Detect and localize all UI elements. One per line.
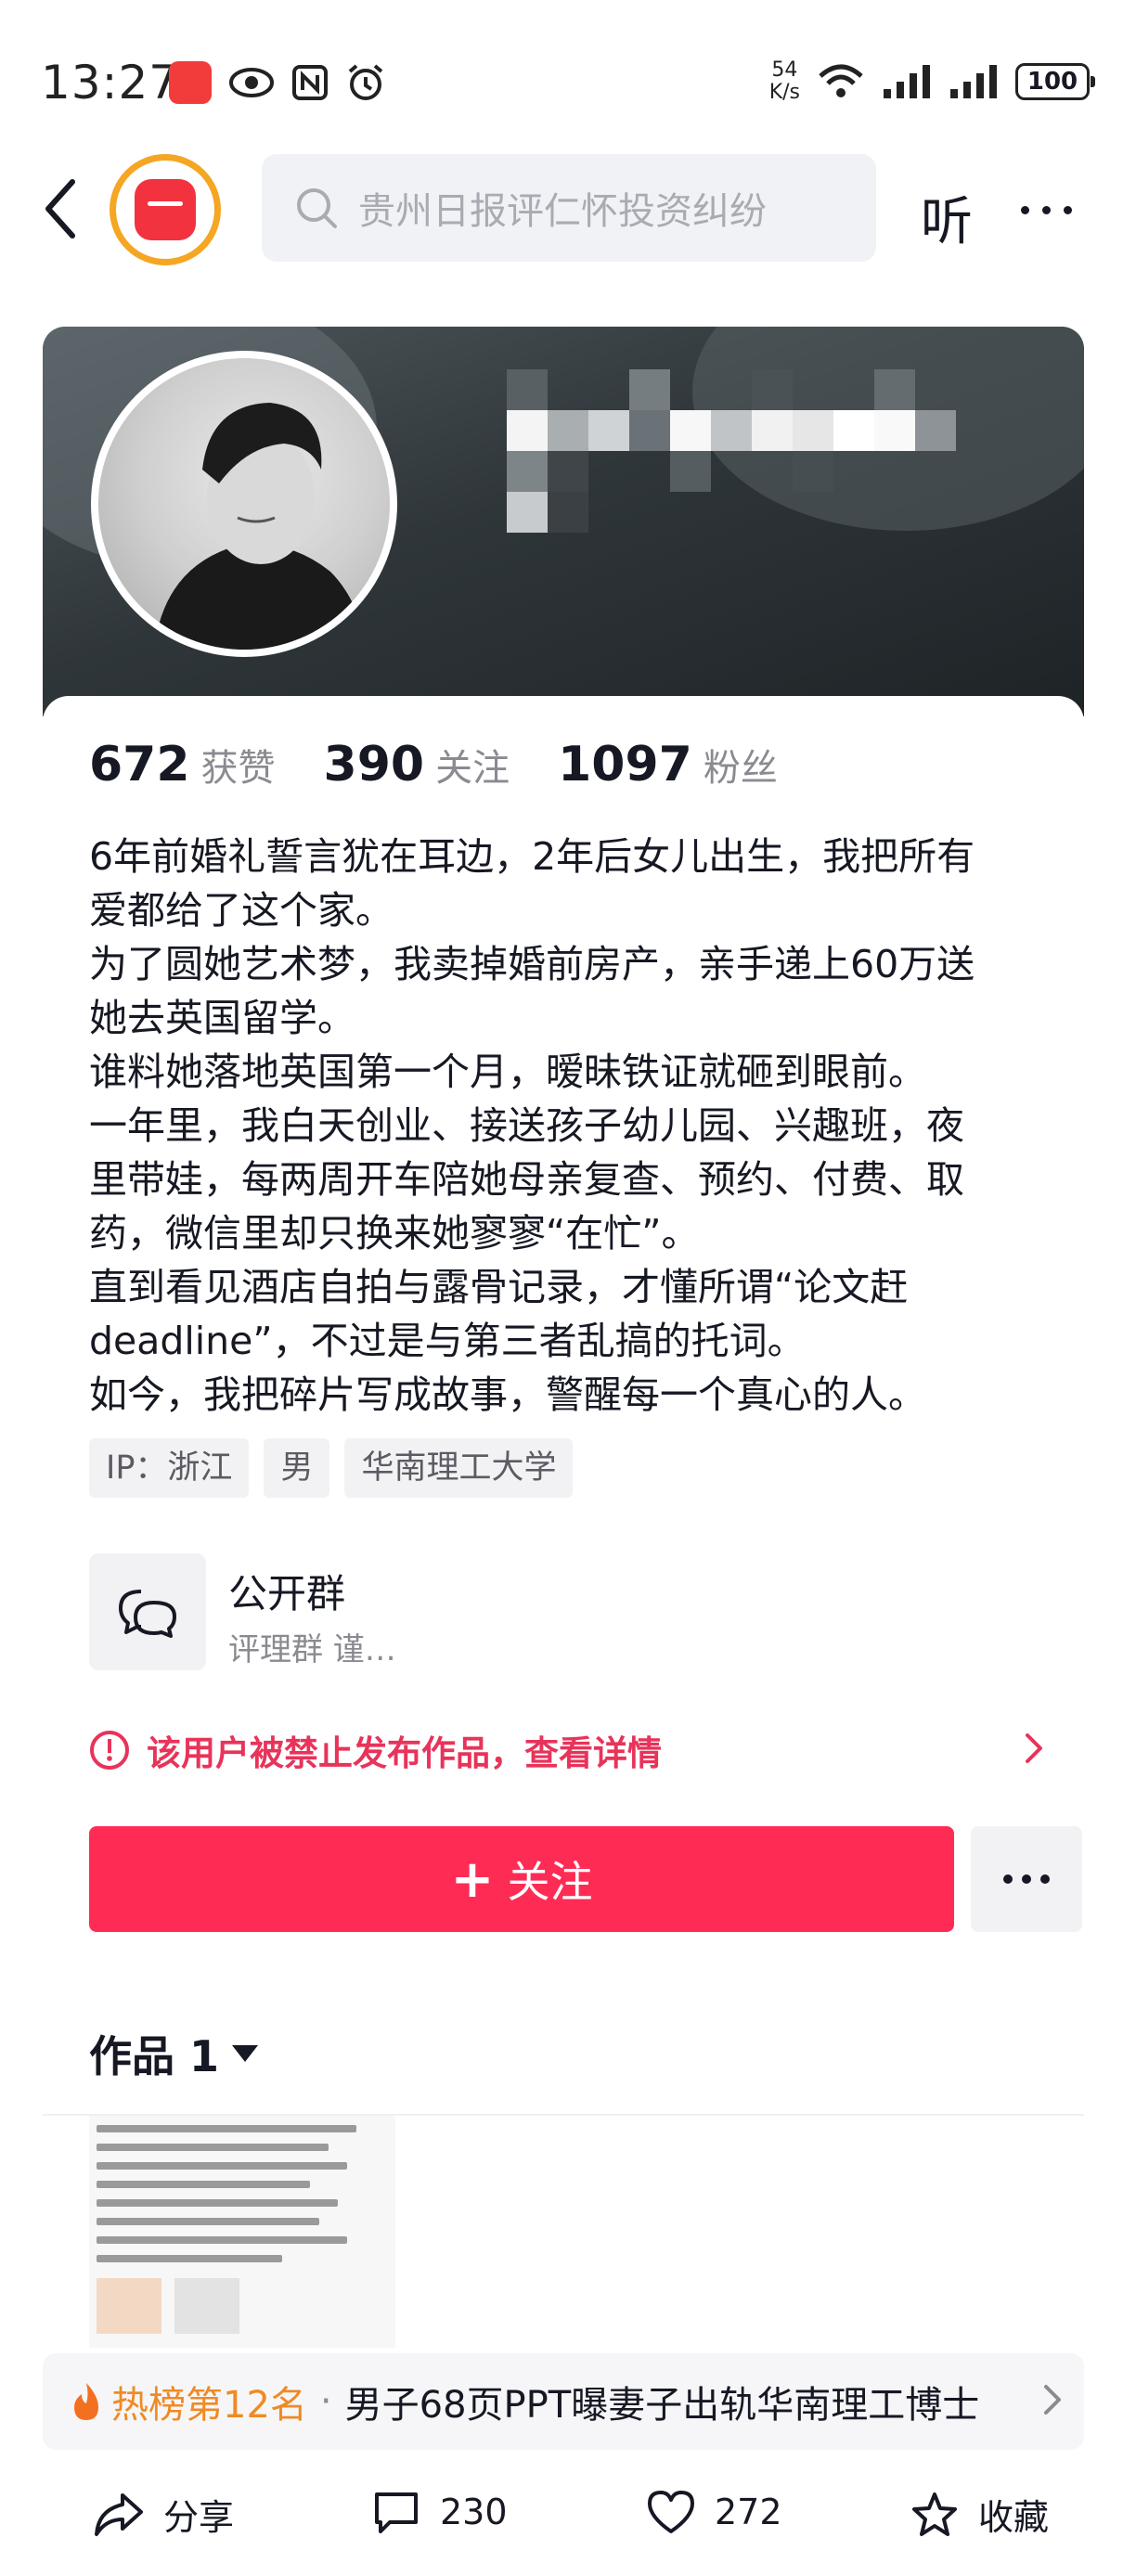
stat-value: 1097 xyxy=(558,737,692,792)
stat-value: 390 xyxy=(323,737,425,792)
profile-cover xyxy=(43,327,1084,716)
back-button[interactable] xyxy=(41,176,97,241)
bio-line: 谁料她落地英国第一个月，暧昧铁证就砸到眼前。 xyxy=(89,1050,926,1094)
dot-icon xyxy=(1042,205,1051,214)
net-speed: 54 K/s xyxy=(769,59,800,104)
app-badge[interactable] xyxy=(110,154,221,265)
ban-notice[interactable]: 该用户被禁止发布作品，查看详情 xyxy=(89,1722,1045,1778)
favorite-label: 收藏 xyxy=(978,2497,1050,2538)
status-icons-left xyxy=(169,61,386,104)
alarm-icon xyxy=(348,64,383,100)
hot-rank: 热榜第12名 xyxy=(111,2384,307,2427)
bio-line: 爱都给了这个家。 xyxy=(89,888,394,933)
blurred-username xyxy=(451,364,1084,586)
bio-line: 她去英国留学。 xyxy=(89,996,355,1040)
dot-icon xyxy=(1022,1874,1031,1884)
app-logo-icon xyxy=(135,179,196,240)
bottom-action-bar: 分享 230 272 收藏 xyxy=(0,2467,1136,2576)
search-input[interactable]: 贵州日报评仁怀投资纠纷 xyxy=(262,154,876,262)
status-icons-right: 54 K/s 100 xyxy=(769,59,1095,104)
work-thumbnail[interactable] xyxy=(89,2116,395,2348)
dot-icon xyxy=(1064,205,1072,214)
stat-value: 672 xyxy=(89,737,190,792)
stat-following[interactable]: 390 关注 xyxy=(324,737,510,792)
group-chat-icon xyxy=(89,1553,206,1670)
caret-down-icon xyxy=(232,2045,259,2062)
works-tab[interactable]: 作品 1 xyxy=(89,2023,259,2084)
bio-line: 一年里，我白天创业、接送孩子幼儿园、兴趣班，夜 xyxy=(89,1103,964,1148)
follow-label: 关注 xyxy=(507,1857,593,1907)
profile-more-button[interactable] xyxy=(971,1826,1082,1932)
status-time: 13:27 xyxy=(41,56,180,109)
like-count: 272 xyxy=(715,2492,782,2532)
avatar-portrait xyxy=(154,403,368,650)
stat-label: 关注 xyxy=(435,747,510,790)
battery-indicator: 100 xyxy=(1015,63,1095,100)
chevron-left-icon xyxy=(45,179,75,238)
profile-bio: 6年前婚礼誓言犹在耳边，2年后女儿出生，我把所有 爱都给了这个家。 为了圆她艺术… xyxy=(89,830,1054,1422)
nfc-icon xyxy=(292,65,328,100)
bio-line: 药，微信里却只换来她寥寥“在忙”。 xyxy=(89,1211,700,1256)
comment-icon xyxy=(375,2492,418,2533)
net-speed-value: 54 xyxy=(771,58,798,82)
hot-title: 男子68页PPT曝妻子出轨华南理工博士 xyxy=(344,2384,980,2427)
tag-school[interactable]: 华南理工大学 xyxy=(344,1438,574,1498)
listen-button[interactable]: 听 xyxy=(921,180,973,255)
follow-button[interactable]: + 关注 xyxy=(89,1826,954,1932)
signal-icon-1 xyxy=(884,65,930,98)
stat-label: 粉丝 xyxy=(703,747,778,790)
like-button[interactable]: 272 xyxy=(646,2489,782,2535)
wifi-icon xyxy=(819,64,863,97)
share-button[interactable]: 分享 xyxy=(93,2489,234,2540)
avatar[interactable] xyxy=(91,351,397,657)
group-title: 公开群 xyxy=(228,1571,346,1616)
search-placeholder: 贵州日报评仁怀投资纠纷 xyxy=(358,190,767,233)
tag-ip-location: IP：浙江 xyxy=(89,1438,250,1498)
favorite-button[interactable]: 收藏 xyxy=(910,2489,1049,2540)
share-icon xyxy=(95,2492,143,2536)
works-title: 作品 1 xyxy=(89,2031,220,2081)
bio-line: deadline”，不过是与第三者乱搞的托词。 xyxy=(89,1319,806,1363)
stat-likes[interactable]: 672 获赞 xyxy=(89,737,276,792)
bio-line: 里带娃，每两周开车陪她母亲复查、预约、付费、取 xyxy=(89,1157,964,1202)
profile-tags: IP：浙江 男 华南理工大学 xyxy=(89,1438,574,1498)
ban-notice-text: 该用户被禁止发布作品，查看详情 xyxy=(147,1733,662,1773)
comment-button[interactable]: 230 xyxy=(371,2489,508,2535)
dot-icon xyxy=(1040,1874,1050,1884)
nav-bar: 贵州日报评仁怀投资纠纷 听 xyxy=(0,139,1136,278)
eye-icon xyxy=(229,68,274,97)
star-icon xyxy=(912,2492,957,2536)
stat-followers[interactable]: 1097 粉丝 xyxy=(558,737,778,792)
hot-ranking-bar[interactable]: 热榜第12名 · 男子68页PPT曝妻子出轨华南理工博士 xyxy=(43,2353,1084,2450)
hot-separator: · xyxy=(319,2380,332,2423)
share-label: 分享 xyxy=(163,2497,235,2538)
profile-card: 672 获赞 390 关注 1097 粉丝 6年前婚礼誓言犹在耳边，2年后女儿出… xyxy=(43,327,1084,2442)
signal-icon-2 xyxy=(950,65,997,98)
warning-icon xyxy=(90,1731,129,1770)
profile-content: 672 获赞 390 关注 1097 粉丝 6年前婚礼誓言犹在耳边，2年后女儿出… xyxy=(43,696,1084,2442)
group-subtitle: 评理群 谨… xyxy=(228,1631,396,1668)
public-group-entry[interactable]: 公开群 评理群 谨… xyxy=(89,1553,1054,1674)
search-icon xyxy=(297,188,337,228)
bio-line: 如今，我把碎片写成故事，警醒每一个真心的人。 xyxy=(89,1372,926,1417)
dot-icon xyxy=(1021,205,1029,214)
tag-gender: 男 xyxy=(264,1438,330,1498)
profile-stats: 672 获赞 390 关注 1097 粉丝 xyxy=(89,737,826,792)
chevron-right-icon xyxy=(1026,1733,1042,1763)
stat-label: 获赞 xyxy=(200,747,276,790)
flame-icon xyxy=(74,2383,98,2420)
chevron-right-icon xyxy=(1044,2385,1061,2415)
net-speed-unit: K/s xyxy=(768,81,800,104)
app-notification-icon xyxy=(169,61,212,104)
status-bar: 13:27 54 K/s 100 xyxy=(0,0,1136,139)
bio-line: 直到看见酒店自拍与露骨记录，才懂所谓“论文赶 xyxy=(89,1265,909,1309)
plus-icon: + xyxy=(450,1848,495,1910)
bio-line: 为了圆她艺术梦，我卖掉婚前房产，亲手递上60万送 xyxy=(89,942,975,986)
more-options-button[interactable] xyxy=(1021,191,1095,228)
comment-count: 230 xyxy=(440,2492,508,2532)
dot-icon xyxy=(1003,1874,1013,1884)
bio-line: 6年前婚礼誓言犹在耳边，2年后女儿出生，我把所有 xyxy=(89,834,975,879)
heart-icon xyxy=(648,2491,694,2533)
